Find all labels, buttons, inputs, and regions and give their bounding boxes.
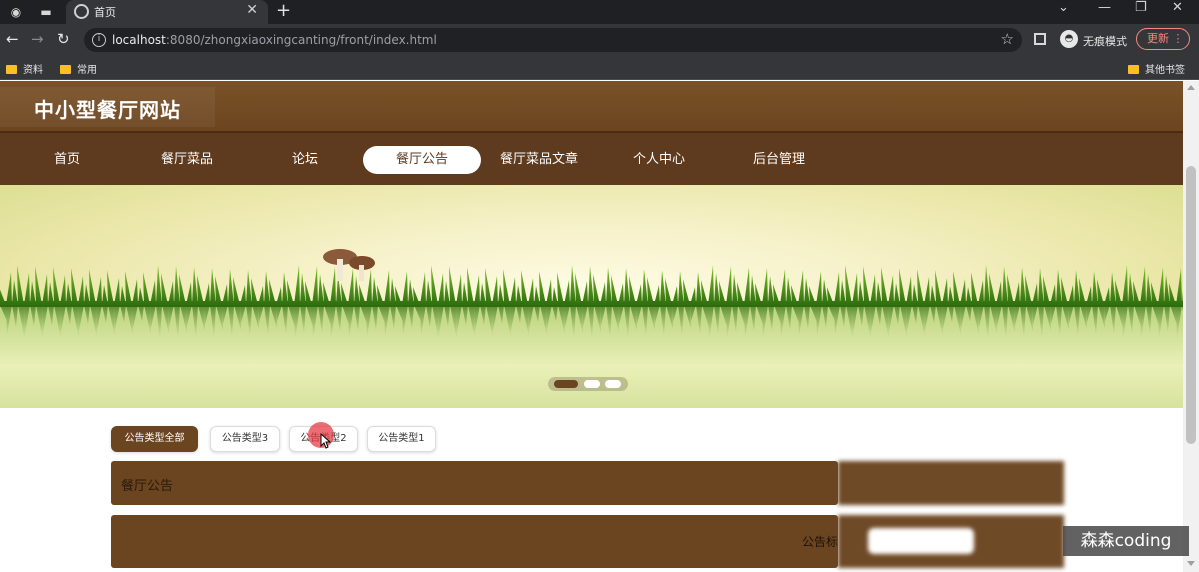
scroll-down-icon[interactable] (1187, 561, 1195, 566)
forward-icon[interactable]: → (31, 30, 44, 48)
search-label: 公告标 (801, 535, 838, 549)
category-all-button[interactable]: 公告类型全部 (111, 426, 198, 452)
address-url[interactable]: localhost:8080/zhongxiaoxingcanting/fron… (112, 33, 437, 47)
mouse-cursor-icon (320, 433, 332, 449)
back-icon[interactable]: ← (6, 30, 19, 48)
nav-announcements[interactable]: 餐厅公告 (363, 146, 481, 174)
restore-icon[interactable]: ❐ (1135, 0, 1147, 15)
minimize-icon[interactable]: — (1098, 0, 1111, 15)
mushroom-stem (337, 259, 343, 281)
browser-toolbar: ← → ↻ i localhost:8080/zhongxiaoxingcant… (0, 24, 1199, 56)
page-viewport: 中小型餐厅网站 首页 餐厅菜品 论坛 餐厅公告 餐厅菜品文章 个人中心 后台管理 (0, 81, 1183, 572)
tab-search-icon[interactable]: ▬ (38, 4, 54, 20)
folder-icon (1128, 65, 1139, 74)
side-panel-icon[interactable] (1034, 33, 1046, 45)
blurred-search-input[interactable] (868, 528, 974, 554)
site-header: 中小型餐厅网站 (0, 81, 1183, 131)
new-tab-icon[interactable]: + (276, 0, 291, 21)
folder-icon (60, 65, 71, 74)
main-nav: 首页 餐厅菜品 论坛 餐厅公告 餐厅菜品文章 个人中心 后台管理 (0, 131, 1183, 185)
globe-icon (74, 4, 89, 19)
notice-section-title: 餐厅公告 (121, 479, 174, 494)
category-type3-button[interactable]: 公告类型3 (210, 426, 280, 452)
page-scrollbar-thumb[interactable] (1186, 166, 1196, 444)
nav-dish-articles[interactable]: 餐厅菜品文章 (480, 146, 598, 174)
bookmarks-bar: 资料 常用 其他书签 (0, 56, 1199, 80)
carousel-dot-3[interactable] (605, 380, 621, 388)
bookmark-folder-ziliao[interactable]: 资料 (6, 61, 43, 76)
tab-title: 首页 (94, 6, 116, 19)
nav-profile[interactable]: 个人中心 (600, 146, 718, 174)
browser-tab-active[interactable]: 首页 ✕ (66, 0, 268, 24)
scroll-up-icon[interactable] (1187, 85, 1195, 90)
nav-forum[interactable]: 论坛 (246, 146, 364, 174)
browser-tabstrip: ◉ ▬ 首页 ✕ + ⌄ — ❐ ✕ (0, 0, 1199, 24)
carousel-dot-2[interactable] (584, 380, 600, 388)
bookmark-star-icon[interactable]: ☆ (1001, 30, 1014, 48)
search-bar: 公告标 (111, 515, 838, 568)
nav-admin[interactable]: 后台管理 (720, 146, 838, 174)
tab-close-icon[interactable]: ✕ (246, 2, 258, 18)
folder-icon (6, 65, 17, 74)
blurred-region (838, 457, 1078, 572)
update-button[interactable]: 更新 ⋮ (1136, 28, 1190, 50)
browser-menu-icon[interactable]: ◉ (8, 4, 24, 20)
reload-icon[interactable]: ↻ (57, 30, 70, 48)
carousel-indicators (548, 377, 628, 391)
bookmark-folder-changyong[interactable]: 常用 (60, 61, 97, 76)
grass-image (0, 249, 1183, 341)
address-bar[interactable]: i localhost:8080/zhongxiaoxingcanting/fr… (84, 28, 1022, 52)
bookmark-folder-other[interactable]: 其他书签 (1128, 61, 1185, 76)
nav-dishes[interactable]: 餐厅菜品 (128, 146, 246, 174)
carousel-dot-1[interactable] (554, 380, 578, 388)
site-title: 中小型餐厅网站 (34, 98, 181, 122)
category-type1-button[interactable]: 公告类型1 (367, 426, 436, 452)
nav-home[interactable]: 首页 (8, 146, 126, 174)
tab-list-icon[interactable]: ⌄ (1058, 0, 1069, 15)
incognito-icon: ◓ (1060, 30, 1078, 48)
window-close-icon[interactable]: ✕ (1172, 0, 1183, 15)
blurred-header-extension (838, 461, 1064, 505)
incognito-label: 无痕模式 (1083, 35, 1127, 48)
banner-carousel[interactable] (0, 185, 1183, 408)
site-info-icon[interactable]: i (92, 33, 106, 47)
notice-section-header: 餐厅公告 (111, 461, 838, 505)
mushroom-stem-small (359, 265, 364, 281)
video-watermark: 森森coding (1063, 526, 1189, 556)
